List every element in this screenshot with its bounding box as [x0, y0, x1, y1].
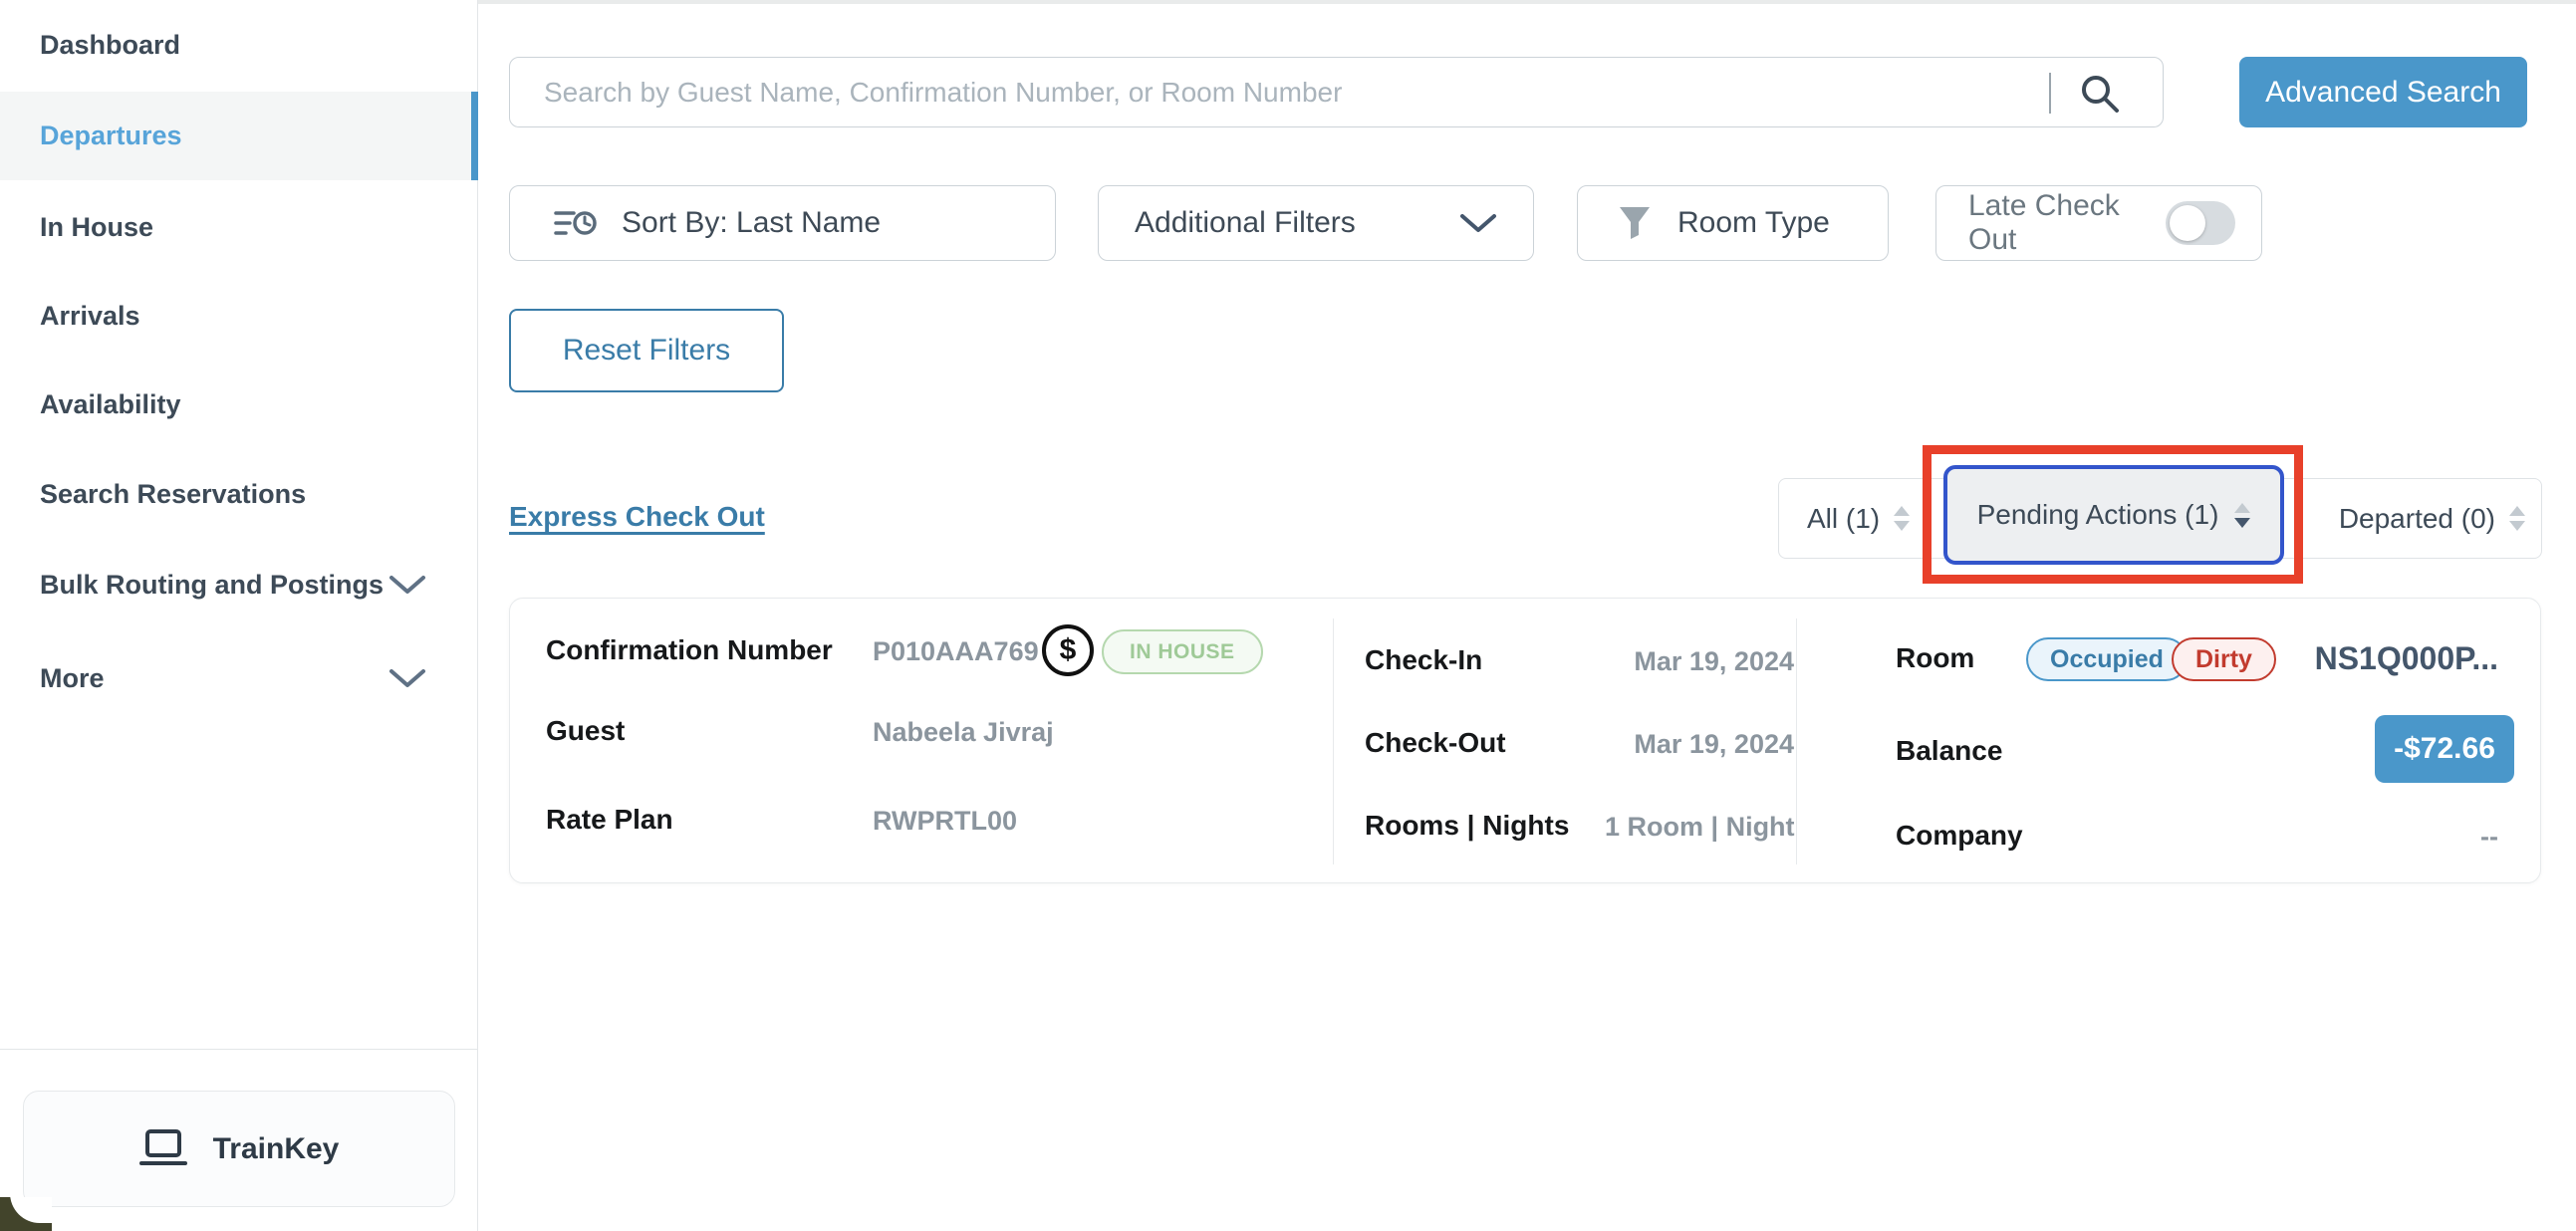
tab-departed-label: Departed (0)	[2339, 503, 2495, 535]
company-value: --	[2480, 822, 2498, 853]
window-corner-artifact	[0, 1197, 52, 1231]
occupied-badge-label: Occupied	[2050, 645, 2164, 674]
card-column-divider	[1796, 618, 1797, 864]
sidebar-item-label: More	[40, 663, 105, 693]
rooms-nights-value: 1 Room | Night	[1605, 812, 1794, 843]
sidebar-item-search-reservations[interactable]: Search Reservations	[0, 449, 478, 539]
sidebar-item-arrivals[interactable]: Arrivals	[0, 271, 478, 361]
in-house-status-badge: IN HOUSE	[1102, 629, 1263, 674]
room-dirty-badge: Dirty	[2172, 637, 2276, 681]
express-check-out-link[interactable]: Express Check Out	[509, 501, 765, 533]
sidebar-item-label: Departures	[40, 121, 182, 150]
chevron-down-icon	[1459, 212, 1497, 234]
confirmation-number-value: P010AAA769	[873, 636, 1039, 667]
laptop-icon	[139, 1129, 187, 1169]
sort-arrows-icon	[1894, 506, 1910, 531]
search-divider	[2049, 73, 2051, 114]
sort-arrows-icon	[2509, 506, 2525, 531]
sidebar-item-availability[interactable]: Availability	[0, 360, 478, 449]
reset-filters-button[interactable]: Reset Filters	[509, 309, 784, 392]
dollar-circle-icon: $	[1042, 624, 1094, 676]
sidebar-item-label: In House	[40, 212, 153, 242]
card-column-divider	[1333, 618, 1334, 864]
check-in-value: Mar 19, 2024	[1613, 646, 1794, 677]
sidebar-item-departures[interactable]: Departures	[0, 92, 478, 180]
sidebar: Dashboard Departures In House Arrivals A…	[0, 0, 478, 1231]
sidebar-item-label: Bulk Routing and Postings	[40, 570, 384, 600]
tab-pending-actions[interactable]: Pending Actions (1)	[1943, 465, 2284, 565]
room-label: Room	[1896, 642, 1974, 674]
guest-label: Guest	[546, 715, 625, 747]
room-type-filter-button[interactable]: Room Type	[1577, 185, 1889, 261]
check-in-label: Check-In	[1365, 644, 1482, 676]
sidebar-item-bulk-routing[interactable]: Bulk Routing and Postings	[0, 540, 478, 629]
trainkey-label: TrainKey	[213, 1132, 340, 1166]
tab-all-label: All (1)	[1807, 503, 1880, 535]
toggle-knob	[2170, 205, 2205, 241]
balance-value: -$72.66	[2394, 732, 2495, 766]
departures-page: Dashboard Departures In House Arrivals A…	[0, 0, 2576, 1231]
funnel-icon	[1618, 205, 1652, 241]
dollar-glyph: $	[1060, 633, 1077, 667]
company-label: Company	[1896, 820, 2023, 852]
room-occupied-badge: Occupied	[2026, 637, 2188, 681]
late-check-out-toggle[interactable]	[2166, 201, 2235, 245]
balance-amount-badge: -$72.66	[2375, 715, 2514, 783]
search-icon[interactable]	[2079, 73, 2121, 115]
room-number-value: NS1Q000P...	[2315, 640, 2498, 677]
chevron-down-icon	[388, 667, 426, 689]
sort-arrows-icon	[2234, 503, 2250, 528]
in-house-badge-label: IN HOUSE	[1130, 640, 1235, 664]
search-bar	[509, 57, 2164, 127]
trainkey-button[interactable]: TrainKey	[23, 1091, 455, 1207]
chevron-down-icon	[388, 574, 426, 596]
sidebar-item-label: Dashboard	[40, 30, 180, 60]
sidebar-item-label: Arrivals	[40, 301, 140, 331]
sidebar-item-more[interactable]: More	[0, 633, 478, 723]
sidebar-item-dashboard[interactable]: Dashboard	[0, 0, 478, 90]
sidebar-divider	[0, 1049, 478, 1050]
late-check-out-label: Late Check Out	[1968, 189, 2166, 257]
rate-plan-value: RWPRTL00	[873, 806, 1017, 837]
reservation-card: Confirmation Number P010AAA769 $ IN HOUS…	[509, 598, 2541, 883]
check-out-value: Mar 19, 2024	[1613, 729, 1794, 760]
top-border-strip	[478, 0, 2576, 4]
search-input[interactable]	[510, 58, 2163, 126]
sidebar-item-label: Search Reservations	[40, 479, 306, 509]
balance-label: Balance	[1896, 735, 2002, 767]
late-check-out-filter: Late Check Out	[1935, 185, 2262, 261]
guest-value: Nabeela Jivraj	[873, 717, 1054, 748]
check-out-label: Check-Out	[1365, 727, 1506, 759]
dirty-badge-label: Dirty	[2195, 645, 2252, 674]
room-type-label: Room Type	[1677, 206, 1830, 240]
rooms-nights-label: Rooms | Nights	[1365, 810, 1569, 842]
tab-departed[interactable]: Departed (0)	[2339, 479, 2525, 558]
sort-clock-icon	[554, 203, 598, 243]
rate-plan-label: Rate Plan	[546, 804, 673, 836]
tab-pending-actions-label: Pending Actions (1)	[1977, 499, 2219, 531]
additional-filters-dropdown[interactable]: Additional Filters	[1098, 185, 1534, 261]
advanced-search-button[interactable]: Advanced Search	[2239, 57, 2527, 127]
sort-by-button[interactable]: Sort By: Last Name	[509, 185, 1056, 261]
additional-filters-label: Additional Filters	[1135, 206, 1356, 240]
sidebar-item-in-house[interactable]: In House	[0, 182, 478, 272]
confirmation-number-label: Confirmation Number	[546, 634, 833, 666]
sidebar-item-label: Availability	[40, 389, 181, 419]
tab-all[interactable]: All (1)	[1807, 479, 1910, 558]
sort-by-label: Sort By: Last Name	[622, 206, 881, 240]
